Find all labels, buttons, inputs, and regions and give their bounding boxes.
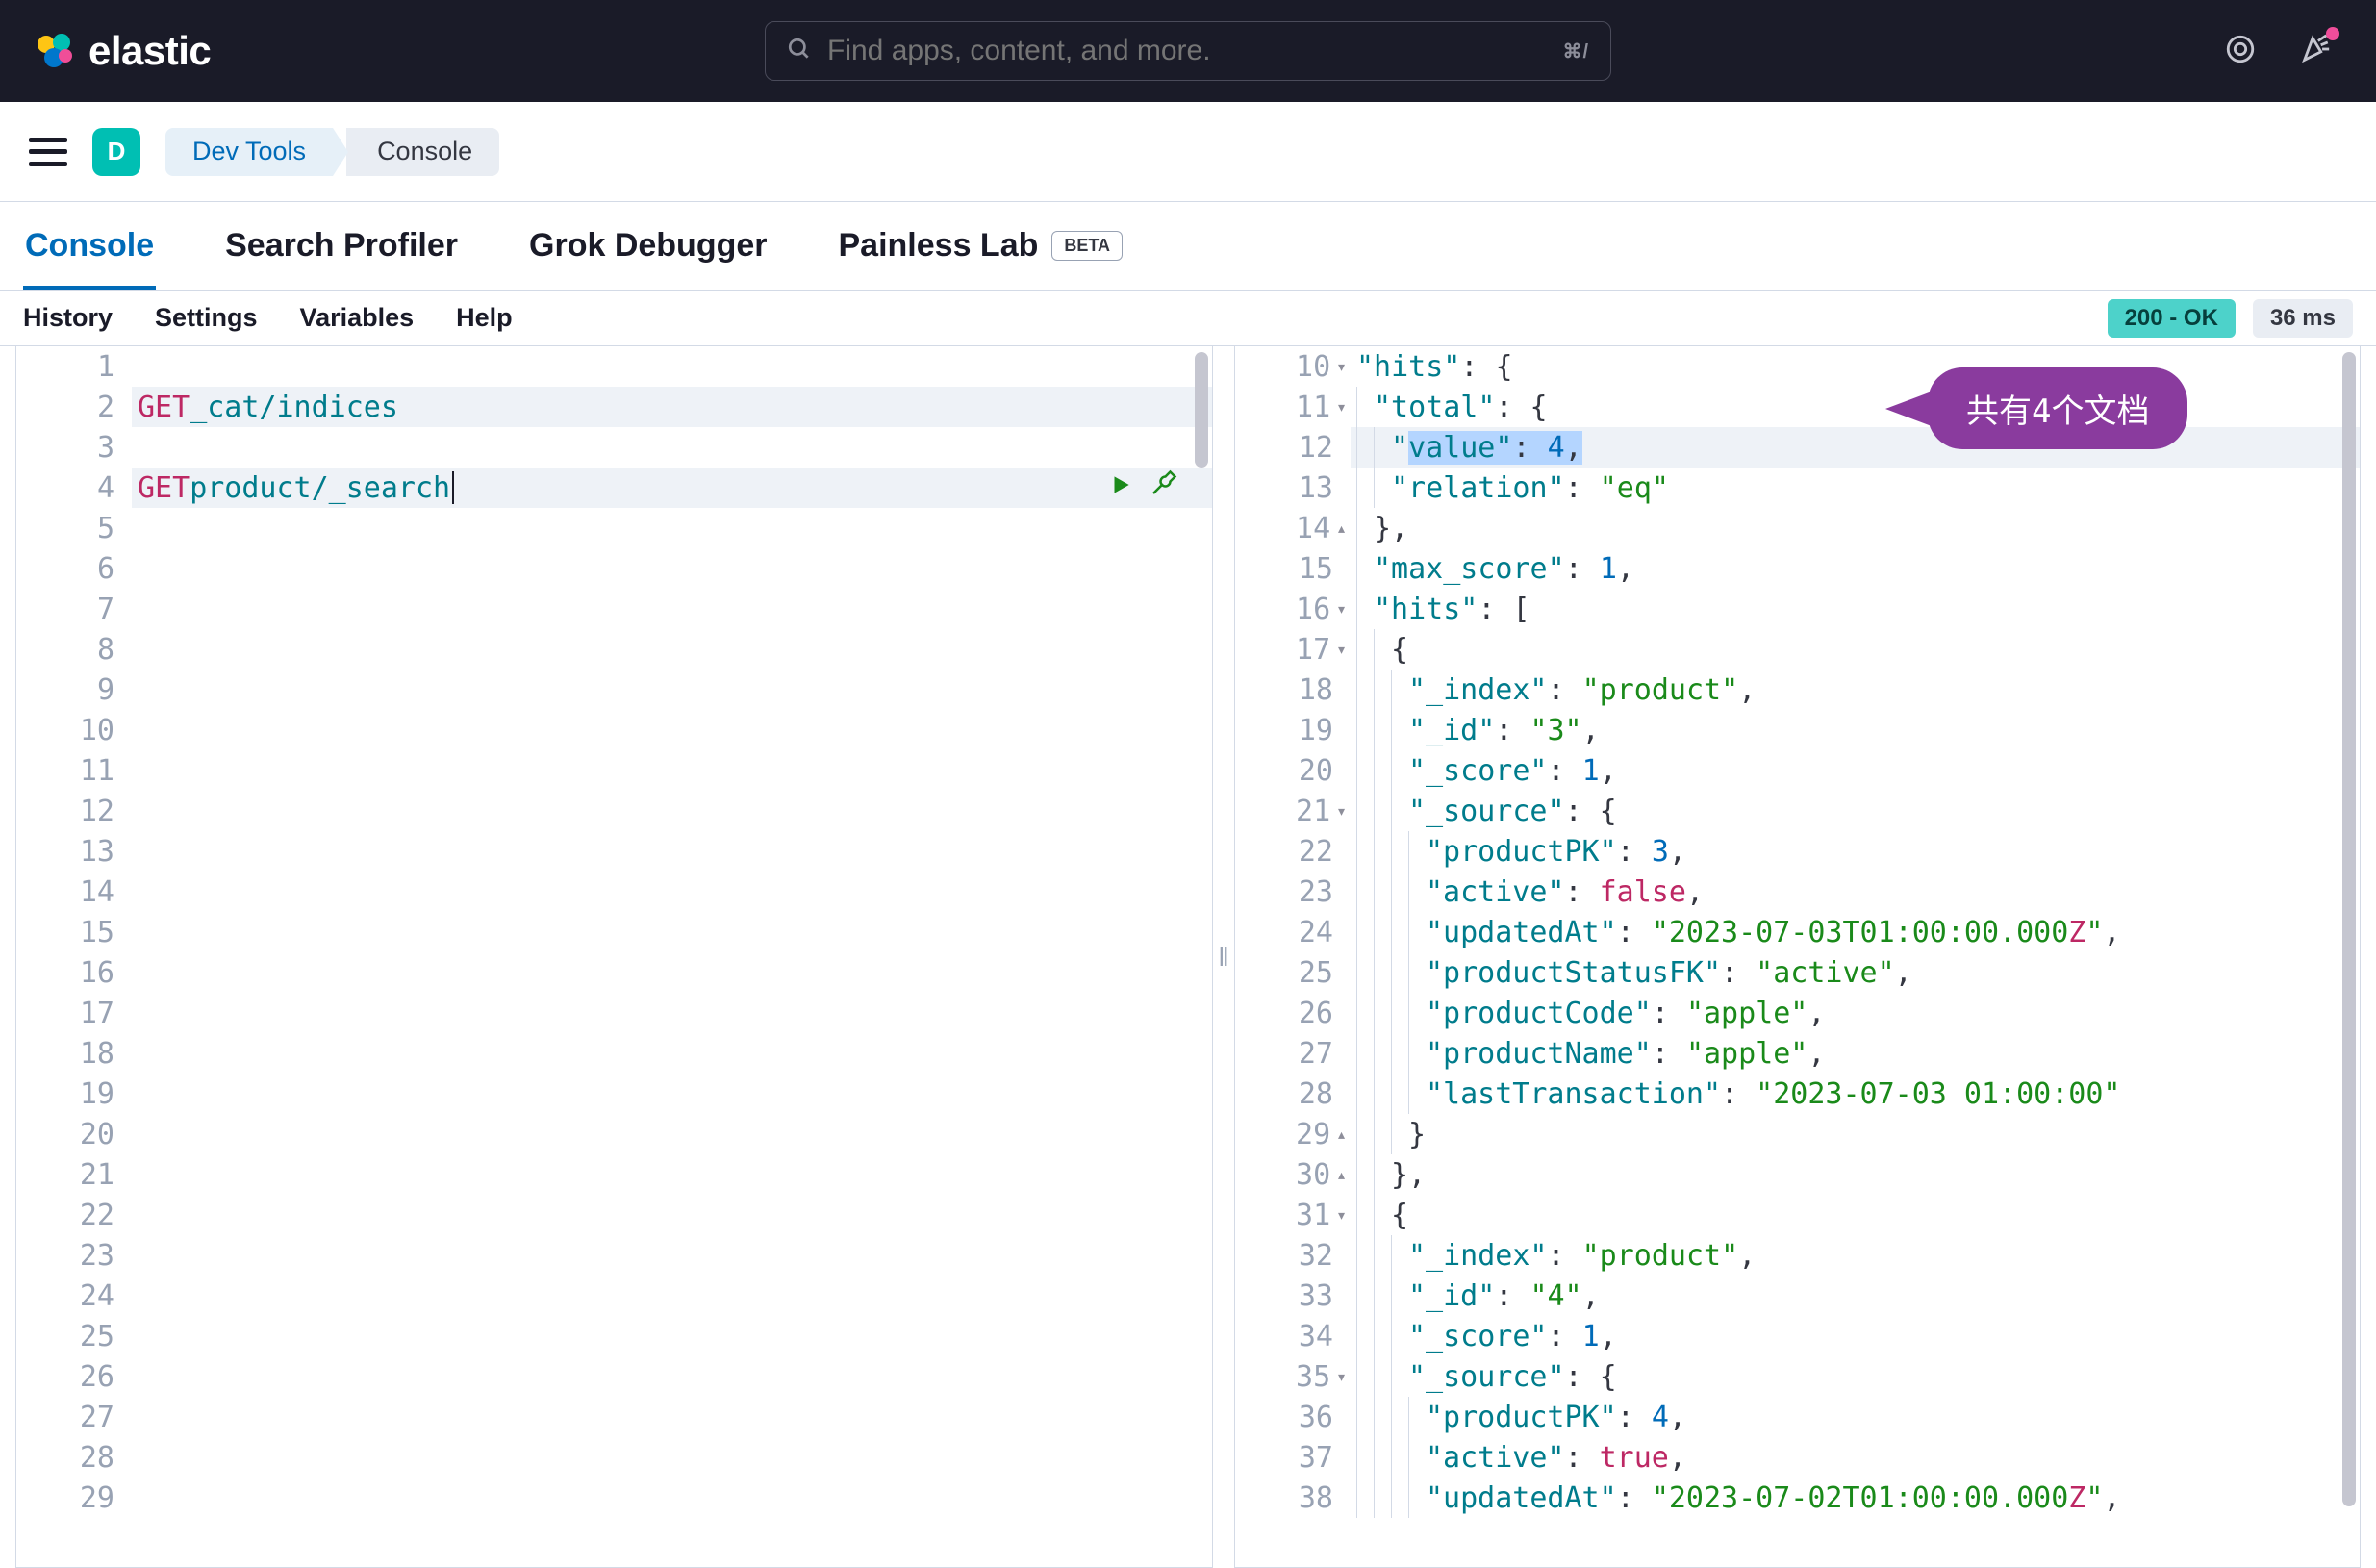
editor-area: 1234567891011121314151617181920212223242… xyxy=(0,346,2376,1568)
response-gutter: 10▾11▾121314▴1516▾17▾18192021▾2223242526… xyxy=(1235,346,1351,1567)
tab-console[interactable]: Console xyxy=(23,202,156,290)
subnav-help[interactable]: Help xyxy=(456,303,513,333)
breadcrumb-bar: D Dev Tools Console xyxy=(0,102,2376,202)
beta-badge: BETA xyxy=(1051,231,1123,261)
play-icon[interactable] xyxy=(1108,471,1133,505)
help-icon[interactable] xyxy=(2299,33,2332,70)
search-icon xyxy=(787,37,812,66)
breadcrumb-console: Console xyxy=(346,128,499,176)
pane-divider[interactable]: ‖ xyxy=(1213,346,1234,1568)
search-shortcut: ⌘/ xyxy=(1562,39,1589,63)
tab-search-profiler[interactable]: Search Profiler xyxy=(223,202,460,290)
topbar-actions xyxy=(2224,33,2341,70)
request-pane[interactable]: 1234567891011121314151617181920212223242… xyxy=(15,346,1213,1568)
global-search[interactable]: ⌘/ xyxy=(765,21,1611,81)
breadcrumb: Dev Tools Console xyxy=(165,128,499,176)
notification-dot xyxy=(2326,27,2339,40)
scrollbar[interactable] xyxy=(2342,352,2356,1506)
tab-grok-debugger[interactable]: Grok Debugger xyxy=(527,202,769,290)
response-pane[interactable]: 10▾11▾121314▴1516▾17▾18192021▾2223242526… xyxy=(1234,346,2361,1568)
status-badge: 200 - OK xyxy=(2108,299,2236,338)
space-badge[interactable]: D xyxy=(92,128,140,176)
nav-toggle-icon[interactable] xyxy=(29,138,67,166)
topbar: elastic ⌘/ xyxy=(0,0,2376,102)
drag-handle-icon: ‖ xyxy=(1218,942,1229,973)
logo[interactable]: elastic xyxy=(35,28,211,74)
search-input[interactable] xyxy=(827,35,1547,67)
subnav-history[interactable]: History xyxy=(23,303,113,333)
elastic-logo-icon xyxy=(35,31,75,71)
breadcrumb-devtools[interactable]: Dev Tools xyxy=(165,128,333,176)
tabs-bar: Console Search Profiler Grok Debugger Pa… xyxy=(0,202,2376,291)
subnav-variables[interactable]: Variables xyxy=(300,303,415,333)
subnav-settings[interactable]: Settings xyxy=(155,303,258,333)
logo-text: elastic xyxy=(88,28,211,74)
newsfeed-icon[interactable] xyxy=(2224,33,2257,70)
tab-painless-lab[interactable]: Painless Lab BETA xyxy=(837,202,1125,290)
timing-badge: 36 ms xyxy=(2253,299,2353,338)
request-gutter: 1234567891011121314151617181920212223242… xyxy=(16,346,132,1567)
response-viewer: "hits": {"total": {"value": 4,"relation"… xyxy=(1351,346,2360,1567)
annotation-callout: 共有4个文档 xyxy=(1928,367,2187,449)
request-editor[interactable]: GET _cat/indicesGET product/_search xyxy=(132,346,1212,1567)
console-subnav: History Settings Variables Help 200 - OK… xyxy=(0,291,2376,346)
scrollbar[interactable] xyxy=(1195,352,1208,468)
wrench-icon[interactable] xyxy=(1149,469,1177,506)
